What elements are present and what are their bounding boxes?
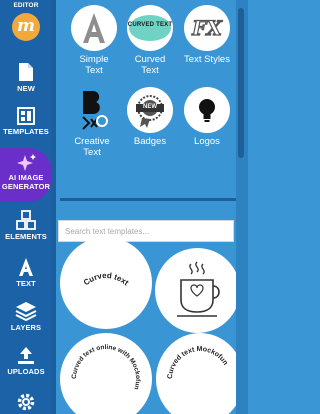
sidebar-item-layers[interactable]: LAYERS [0,301,52,332]
sidebar-item-elements[interactable]: ELEMENTS [0,210,52,241]
sidebar-item-label: ELEMENTS [5,232,47,241]
gear-icon [17,393,35,411]
templates-icon [17,107,35,125]
tile-label-line2: Text [141,65,159,76]
template-text: Curved text [82,271,131,288]
text-icon [19,258,33,276]
sidebar-item-label: LAYERS [10,323,42,332]
curved-text-swoosh-icon [129,15,171,41]
upload-icon [18,347,34,364]
fx-art: FX [192,15,223,40]
template-curved-text[interactable]: Curved text [60,237,152,329]
text-styles-thumbnail: FX [184,5,230,51]
tile-label: Creative [74,136,110,147]
tile-label: Simple [79,54,109,65]
scrollbar-thumb[interactable] [238,8,244,158]
brand-logo-letter: M [17,16,35,36]
tile-label-line2: Text [83,147,101,158]
section-divider [60,198,236,201]
sidebar-item-text[interactable]: TEXT [0,257,52,288]
badges-thumbnail: NEW [127,87,173,133]
simple-text-thumbnail [71,5,117,51]
lightbulb-icon [199,99,215,122]
elements-icon [16,210,36,230]
template-circle-text[interactable]: Curved text online with Mockofun [60,333,152,414]
layers-icon [15,302,37,321]
tool-creative-text[interactable]: Creative Text [62,87,122,158]
coffee-cup-icon [177,261,220,317]
curved-text-thumbnail: CURVED TEXT [127,5,173,51]
template-preview: Curved text [82,271,131,288]
sidebar-item-label: TEMPLATES [3,127,49,136]
sidebar-item-new[interactable]: NEW [0,62,52,93]
tool-text-styles[interactable]: FX Text Styles [177,5,237,65]
tile-label-line2: Text [85,65,103,76]
tool-simple-text[interactable]: Simple Text [64,5,124,76]
new-file-icon [19,63,33,81]
tool-logos[interactable]: Logos [177,87,237,147]
brand-label: EDITOR [13,2,39,9]
template-preview: Curved text online with Mockofun [71,344,141,390]
sidebar-item-label: UPLOADS [7,367,45,376]
sparkle-icon [17,154,36,171]
tile-label: Curved [134,54,166,65]
sidebar-item-settings[interactable] [0,392,52,414]
curved-text-art: CURVED TEXT [127,22,173,28]
search-input[interactable] [58,220,234,242]
template-text: Curved text Mockofun [167,346,229,379]
tool-curved-text[interactable]: CURVED TEXT Curved Text [120,5,180,76]
template-text: Curved text online with Mockofun [71,344,141,390]
tile-label: Logos [194,136,220,147]
tool-badges[interactable]: NEW Badges [120,87,180,147]
sidebar-item-uploads[interactable]: UPLOADS [0,345,52,376]
logos-thumbnail [184,87,230,133]
sidebar-item-label: TEXT [16,279,36,288]
sidebar-item-ai-image-generator[interactable]: AI IMAGE GENERATOR [0,148,52,202]
sidebar-item-templates[interactable]: TEMPLATES [0,107,52,136]
creative-text-icon [82,91,108,130]
sidebar-item-label-line2: GENERATOR [1,182,51,191]
tile-label: Badges [133,136,167,147]
badge-icon [136,95,164,128]
letter-a-icon [83,13,105,43]
sidebar: EDITOR M NEW TEMPLATES AI IMAGE GENERATO… [0,0,52,414]
tile-label: Text Styles [184,54,230,65]
brand[interactable]: EDITOR M [0,1,52,41]
brand-logo: M [12,13,40,41]
badge-art: NEW [143,104,157,110]
sidebar-item-label: NEW [17,84,35,93]
template-coffee-cup[interactable] [155,248,240,333]
sidebar-item-label: AI IMAGE [8,173,44,182]
